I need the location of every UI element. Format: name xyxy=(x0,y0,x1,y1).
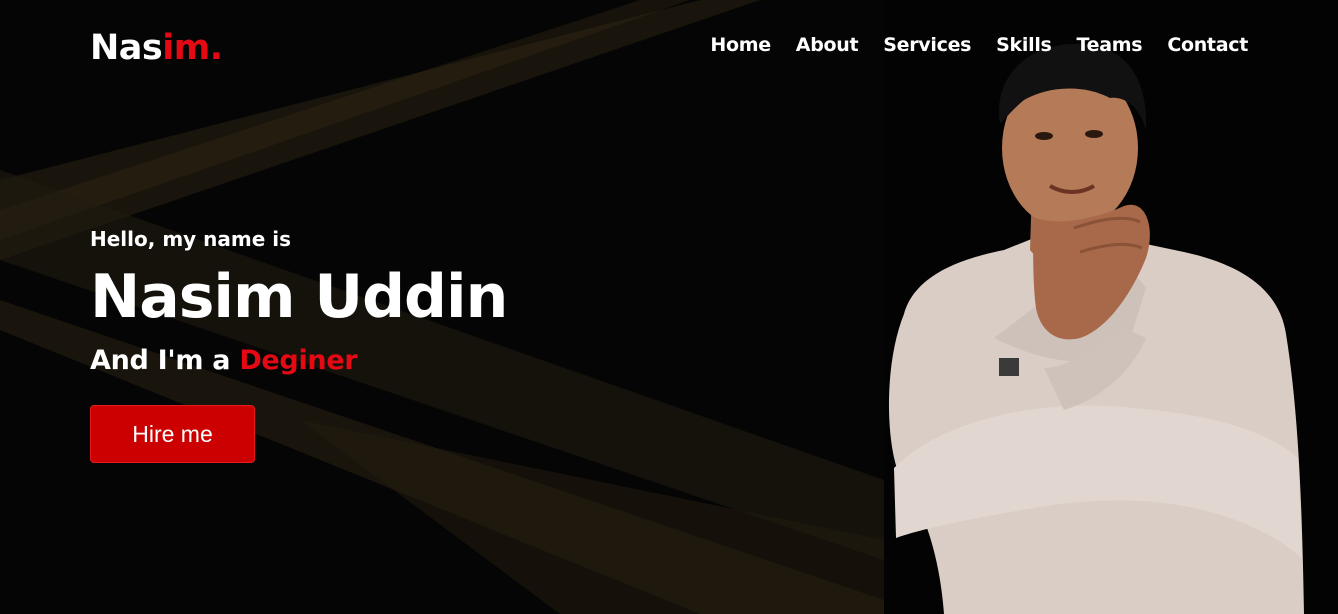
nav-link-about[interactable]: About xyxy=(796,34,859,56)
nav-item-services: Services xyxy=(883,31,971,59)
nav-item-teams: Teams xyxy=(1077,31,1143,59)
nav-item-skills: Skills xyxy=(996,31,1052,59)
nav-link-teams[interactable]: Teams xyxy=(1077,34,1143,56)
hero-tagline: And I'm a Deginer xyxy=(90,342,507,380)
tagline-role: Deginer xyxy=(239,345,358,376)
nav-link-contact[interactable]: Contact xyxy=(1167,34,1248,56)
logo-text-main: Nas xyxy=(90,28,163,68)
navbar: Nasim. Home About Services Skills Teams … xyxy=(0,0,1338,92)
tagline-prefix: And I'm a xyxy=(90,345,240,376)
nav-link-services[interactable]: Services xyxy=(883,34,971,56)
site-logo[interactable]: Nasim. xyxy=(90,26,223,70)
nav-item-about: About xyxy=(796,31,859,59)
profile-photo xyxy=(888,43,1304,614)
nav-menu: Home About Services Skills Teams Contact xyxy=(710,31,1248,59)
nav-item-contact: Contact xyxy=(1167,31,1248,59)
hero-name: Nasim Uddin xyxy=(90,262,508,332)
hero-section: Hello, my name is Nasim Uddin And I'm a … xyxy=(90,224,508,463)
hero-greeting: Hello, my name is xyxy=(90,227,292,251)
nav-link-home[interactable]: Home xyxy=(710,34,771,56)
hire-me-button[interactable]: Hire me xyxy=(90,405,255,463)
nav-item-home: Home xyxy=(710,31,771,59)
logo-text-accent: im xyxy=(162,28,210,68)
logo-dot: . xyxy=(209,28,223,68)
nav-link-skills[interactable]: Skills xyxy=(996,34,1052,56)
